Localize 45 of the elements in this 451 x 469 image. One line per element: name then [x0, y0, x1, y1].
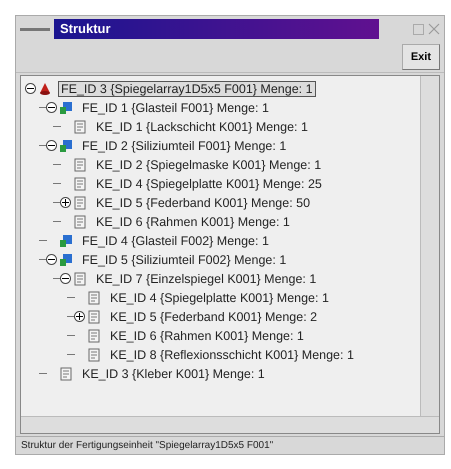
tree-item[interactable]: KE_ID 1 {Lackschicht K001} Menge: 1: [93, 118, 311, 134]
window-menu-icon[interactable]: [20, 28, 50, 30]
window-title: Struktur: [54, 19, 379, 39]
tree-item[interactable]: KE_ID 2 {Spiegelmaske K001} Menge: 1: [93, 156, 324, 172]
status-bar: Struktur der Fertigungseinheit "Spiegelarray1D5x5 F001": [16, 436, 444, 454]
tree-item[interactable]: FE_ID 5 {Siliziumteil F002} Menge: 1: [79, 252, 290, 268]
collapse-toggle[interactable]: [46, 140, 57, 151]
tree-item[interactable]: KE_ID 7 {Einzelspiegel K001} Menge: 1: [93, 270, 320, 286]
document-icon: [73, 158, 87, 172]
expand-toggle[interactable]: [60, 197, 71, 208]
tree-item[interactable]: KE_ID 6 {Rahmen K001} Menge: 1: [93, 214, 293, 230]
block-icon: [59, 252, 73, 266]
tree-item[interactable]: FE_ID 1 {Glasteil F001} Menge: 1: [79, 100, 272, 116]
document-icon: [87, 310, 101, 324]
vertical-scrollbar[interactable]: [420, 76, 439, 416]
tree-item[interactable]: FE_ID 3 {Spiegelarray1D5x5 F001} Menge: 1: [58, 80, 316, 96]
horizontal-scrollbar[interactable]: [21, 416, 439, 433]
tree-item[interactable]: KE_ID 5 {Federband K001} Menge: 50: [93, 194, 314, 210]
collapse-toggle[interactable]: [25, 83, 36, 94]
block-icon: [59, 100, 73, 114]
document-icon: [73, 272, 87, 286]
document-icon: [73, 196, 87, 210]
tree-item[interactable]: KE_ID 4 {Spiegelplatte K001} Menge: 25: [93, 176, 325, 192]
document-icon: [87, 290, 101, 304]
tree-item[interactable]: KE_ID 3 {Kleber K001} Menge: 1: [79, 366, 268, 382]
tree-item[interactable]: FE_ID 2 {Siliziumteil F001} Menge: 1: [79, 138, 290, 154]
collapse-toggle[interactable]: [46, 254, 57, 265]
block-icon: [59, 138, 73, 152]
exit-button[interactable]: Exit: [402, 44, 440, 70]
tree-item[interactable]: FE_ID 4 {Glasteil F002} Menge: 1: [79, 232, 272, 248]
document-icon: [87, 328, 101, 342]
cone-icon: [38, 82, 52, 96]
tree-item[interactable]: KE_ID 4 {Spiegelplatte K001} Menge: 1: [107, 290, 332, 306]
collapse-toggle[interactable]: [46, 102, 57, 113]
document-icon: [59, 366, 73, 380]
tree-item[interactable]: KE_ID 6 {Rahmen K001} Menge: 1: [107, 328, 307, 344]
document-icon: [87, 348, 101, 362]
expand-toggle[interactable]: [74, 311, 85, 322]
document-icon: [73, 214, 87, 228]
tree-item[interactable]: KE_ID 5 {Federband K001} Menge: 2: [107, 308, 320, 324]
document-icon: [73, 176, 87, 190]
block-icon: [59, 234, 73, 248]
tree-item[interactable]: KE_ID 8 {Reflexionsschicht K001} Menge: 1: [107, 346, 357, 362]
collapse-toggle[interactable]: [60, 273, 71, 284]
document-icon: [73, 120, 87, 134]
